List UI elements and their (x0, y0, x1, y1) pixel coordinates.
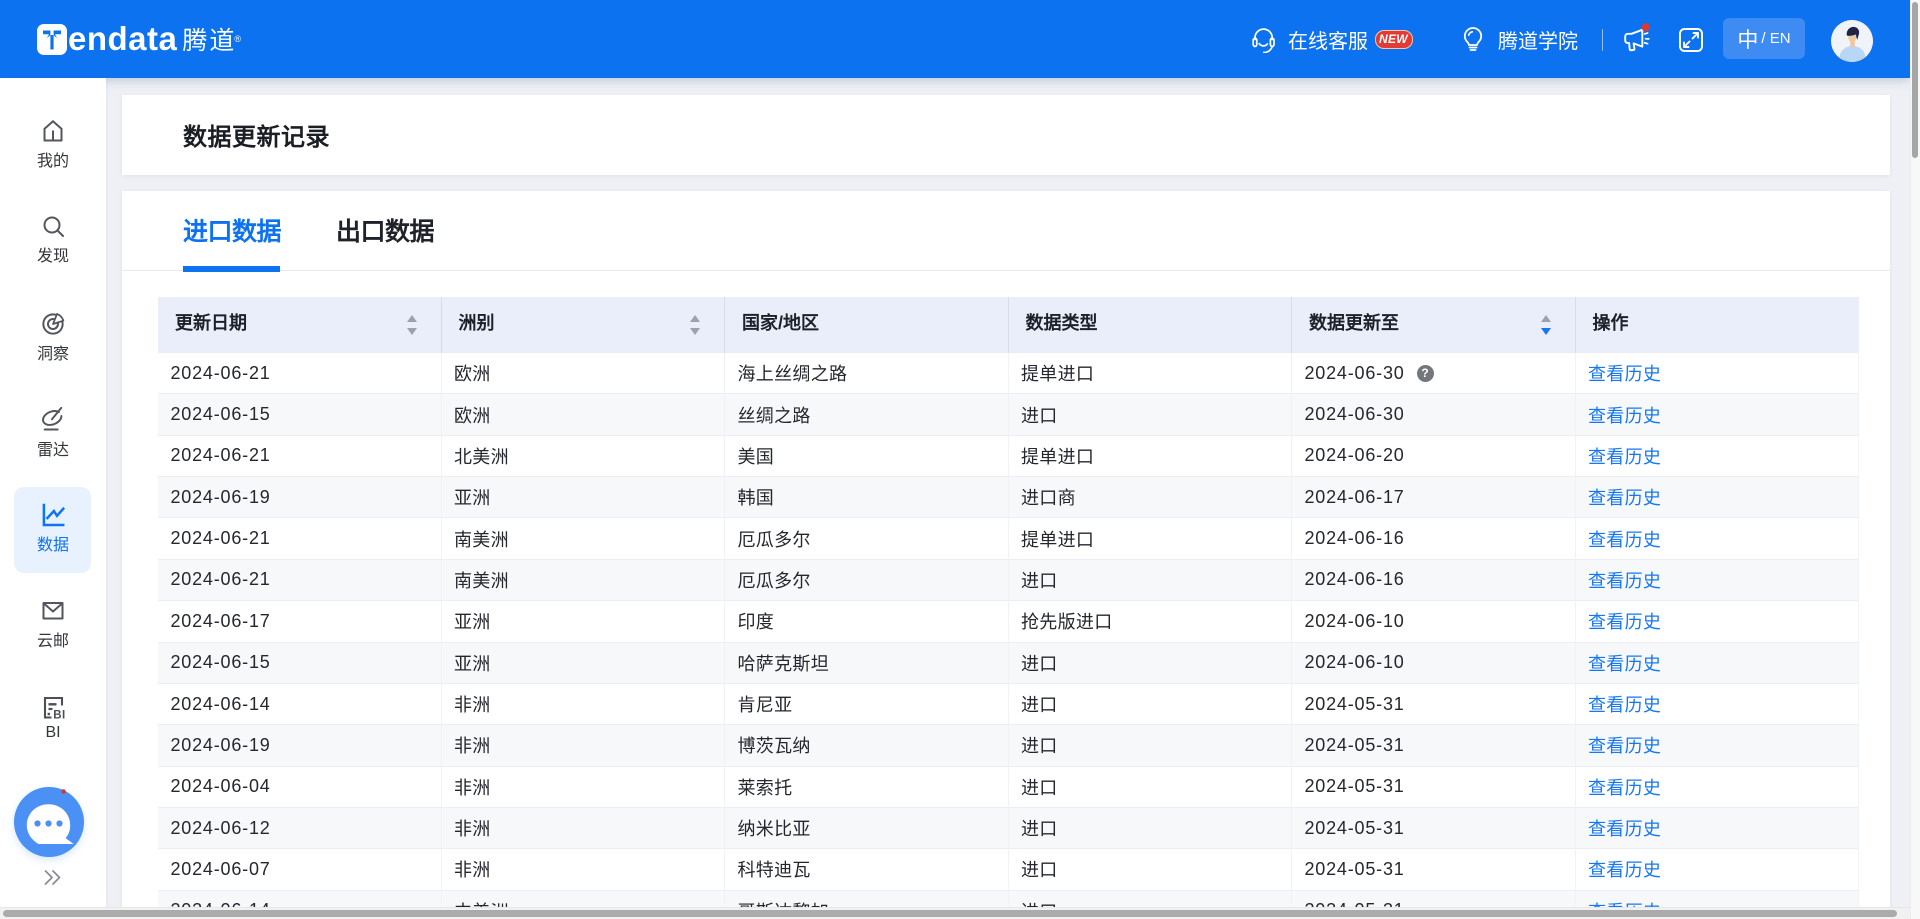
svg-text:BI: BI (53, 710, 65, 722)
